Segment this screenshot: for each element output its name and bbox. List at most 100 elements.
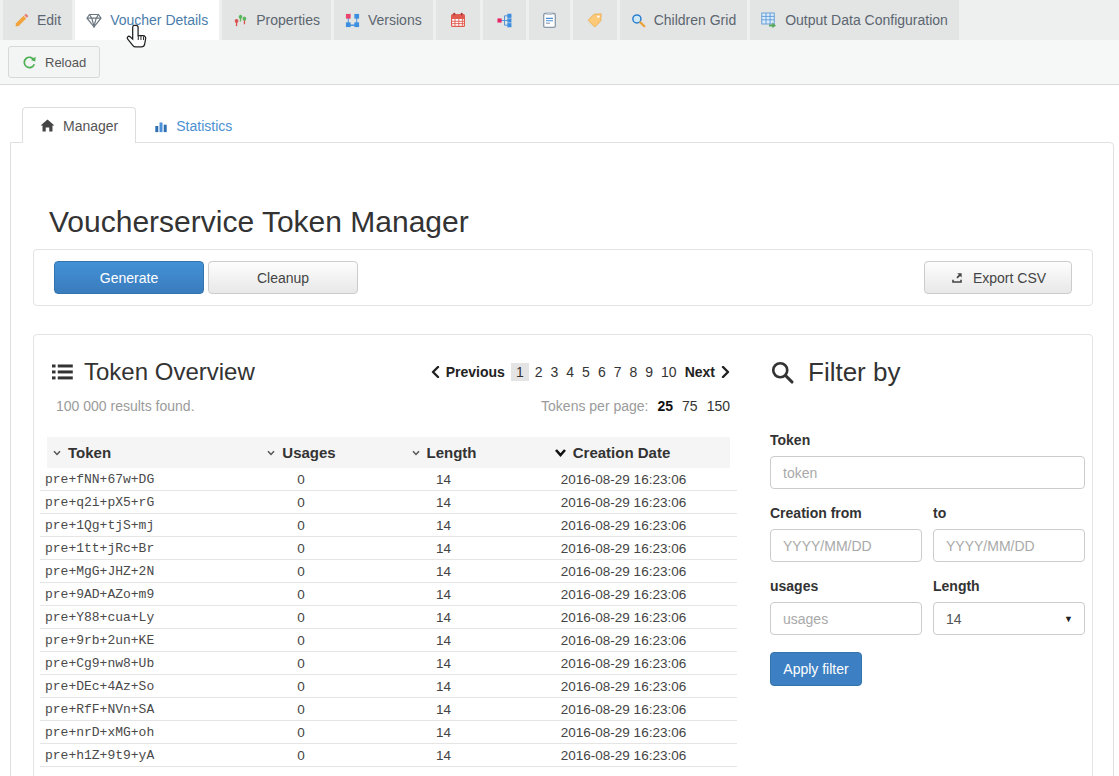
- table-row[interactable]: pre+9AD+AZo+m9 0 14 2016-08-29 16:23:06: [40, 583, 737, 606]
- cleanup-button[interactable]: Cleanup: [208, 261, 358, 294]
- length-select[interactable]: 14 ▼: [933, 602, 1085, 635]
- tokens-per-page: Tokens per page: 25 75 150: [541, 398, 730, 414]
- tab-properties[interactable]: Properties: [222, 0, 331, 40]
- main-panel: Voucherservice Token Manager Generate Cl…: [10, 142, 1114, 776]
- page-tabs: Manager Statistics: [10, 107, 1114, 143]
- tab-statistics[interactable]: Statistics: [136, 107, 250, 143]
- generate-button[interactable]: Generate: [54, 261, 204, 294]
- usages-filter-label: usages: [770, 578, 922, 594]
- token-overview-section: Token Overview Previous 12345678910 Next…: [33, 334, 1093, 776]
- length-cell: 14: [357, 656, 530, 671]
- export-csv-button[interactable]: Export CSV: [924, 261, 1072, 294]
- length-cell: 14: [357, 702, 530, 717]
- creation-date-cell: 2016-08-29 16:23:06: [530, 610, 737, 625]
- token-filter-input[interactable]: [770, 456, 1085, 489]
- table-row[interactable]: pre+fNN+67w+DG 0 14 2016-08-29 16:23:06: [40, 468, 737, 491]
- candlestick-icon: [233, 13, 248, 28]
- tab-manager[interactable]: Manager: [22, 107, 136, 143]
- home-icon: [40, 118, 55, 133]
- token-cell: pre+9rb+2un+KE: [40, 633, 245, 648]
- length-cell: 14: [357, 472, 530, 487]
- creation-date-cell: 2016-08-29 16:23:06: [530, 702, 737, 717]
- usages-filter-input[interactable]: [770, 602, 922, 635]
- page-number[interactable]: 4: [564, 363, 576, 381]
- table-row[interactable]: pre+Y88+cua+Ly 0 14 2016-08-29 16:23:06: [40, 606, 737, 629]
- hierarchy-icon: [497, 13, 512, 28]
- tab-tag[interactable]: [573, 0, 617, 40]
- length-cell: 14: [357, 610, 530, 625]
- apply-filter-button[interactable]: Apply filter: [770, 652, 862, 686]
- reload-label: Reload: [45, 55, 86, 70]
- page-number[interactable]: 10: [659, 363, 679, 381]
- tab-label: Output Data Configuration: [785, 12, 948, 28]
- usages-cell: 0: [245, 633, 357, 648]
- table-header: Token Usages Length Creation Date: [47, 437, 730, 468]
- page-number[interactable]: 1: [511, 363, 529, 381]
- column-header-usages[interactable]: Usages: [245, 444, 357, 461]
- toolbar: Reload: [0, 40, 1119, 85]
- tab-label: Manager: [63, 118, 118, 134]
- usages-cell: 0: [245, 587, 357, 602]
- column-header-token[interactable]: Token: [47, 444, 245, 461]
- export-csv-label: Export CSV: [973, 270, 1046, 286]
- table-row[interactable]: pre+RfF+NVn+SA 0 14 2016-08-29 16:23:06: [40, 698, 737, 721]
- tab-versions[interactable]: Versions: [334, 0, 433, 40]
- column-header-creation-date[interactable]: Creation Date: [530, 444, 730, 461]
- creation-to-input[interactable]: [933, 529, 1085, 562]
- sort-icon-active: [554, 447, 567, 459]
- page-number[interactable]: 6: [596, 363, 608, 381]
- per-page-option[interactable]: 75: [682, 398, 698, 414]
- length-cell: 14: [357, 518, 530, 533]
- table-row[interactable]: pre+1tt+jRc+Br 0 14 2016-08-29 16:23:06: [40, 537, 737, 560]
- page-number[interactable]: 9: [643, 363, 655, 381]
- gem-icon: [86, 13, 102, 28]
- page-number[interactable]: 5: [580, 363, 592, 381]
- tab-edit[interactable]: Edit: [3, 0, 72, 40]
- pagination-next[interactable]: Next: [685, 364, 730, 380]
- per-page-option[interactable]: 150: [707, 398, 730, 414]
- table-row[interactable]: pre+Cg9+nw8+Ub 0 14 2016-08-29 16:23:06: [40, 652, 737, 675]
- table-row[interactable]: pre+MgG+JHZ+2N 0 14 2016-08-29 16:23:06: [40, 560, 737, 583]
- table-row[interactable]: pre+q2i+pX5+rG 0 14 2016-08-29 16:23:06: [40, 491, 737, 514]
- token-cell: pre+nrD+xMG+oh: [40, 725, 245, 740]
- tab-label: Properties: [256, 12, 320, 28]
- table-row[interactable]: pre+DEc+4Az+So 0 14 2016-08-29 16:23:06: [40, 675, 737, 698]
- creation-from-input[interactable]: [770, 529, 922, 562]
- creation-date-cell: 2016-08-29 16:23:06: [530, 748, 737, 763]
- creation-date-cell: 2016-08-29 16:23:06: [530, 495, 737, 510]
- table-row[interactable]: pre+h1Z+9t9+yA 0 14 2016-08-29 16:23:06: [40, 744, 737, 767]
- usages-cell: 0: [245, 656, 357, 671]
- creation-date-cell: 2016-08-29 16:23:06: [530, 725, 737, 740]
- table-row[interactable]: pre+nrD+xMG+oh 0 14 2016-08-29 16:23:06: [40, 721, 737, 744]
- creation-date-cell: 2016-08-29 16:23:06: [530, 633, 737, 648]
- column-header-length[interactable]: Length: [357, 444, 530, 461]
- tab-label: Versions: [368, 12, 422, 28]
- list-icon: [52, 363, 73, 381]
- pagination-previous[interactable]: Previous: [431, 364, 505, 380]
- usages-cell: 0: [245, 725, 357, 740]
- creation-date-cell: 2016-08-29 16:23:06: [530, 587, 737, 602]
- tab-output-data-configuration[interactable]: Output Data Configuration: [750, 0, 959, 40]
- token-cell: pre+MgG+JHZ+2N: [40, 564, 245, 579]
- tab-hierarchy[interactable]: [483, 0, 526, 40]
- table-row[interactable]: pre+1Qg+tjS+mj 0 14 2016-08-29 16:23:06: [40, 514, 737, 537]
- page-number[interactable]: 8: [627, 363, 639, 381]
- creation-date-cell: 2016-08-29 16:23:06: [530, 564, 737, 579]
- page-number[interactable]: 3: [548, 363, 560, 381]
- to-label: to: [933, 505, 1085, 521]
- tab-calendar[interactable]: [436, 0, 480, 40]
- table-row[interactable]: pre+9rb+2un+KE 0 14 2016-08-29 16:23:06: [40, 629, 737, 652]
- token-cell: pre+Y88+cua+Ly: [40, 610, 245, 625]
- sort-icon: [52, 448, 62, 458]
- tab-label: Edit: [37, 12, 61, 28]
- page-number[interactable]: 7: [612, 363, 624, 381]
- per-page-option[interactable]: 25: [657, 398, 673, 414]
- usages-cell: 0: [245, 702, 357, 717]
- actions-box: Generate Cleanup Export CSV: [33, 249, 1093, 306]
- page-number[interactable]: 2: [533, 363, 545, 381]
- usages-cell: 0: [245, 495, 357, 510]
- reload-button[interactable]: Reload: [8, 46, 100, 78]
- tab-clipboard[interactable]: [529, 0, 570, 40]
- token-cell: pre+9AD+AZo+m9: [40, 587, 245, 602]
- tab-children-grid[interactable]: Children Grid: [620, 0, 747, 40]
